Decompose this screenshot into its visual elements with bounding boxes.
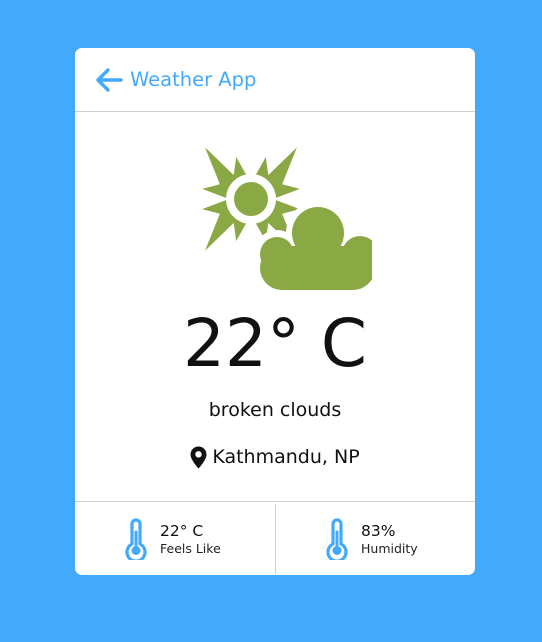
- footer-divider: [275, 504, 276, 574]
- weather-description: broken clouds: [208, 399, 342, 421]
- thermometer-icon: [326, 518, 348, 560]
- humidity-value: 83%: [361, 521, 396, 540]
- app-title: Weather App: [130, 68, 257, 91]
- arrow-left-icon: [96, 68, 123, 92]
- feels-like-label: Feels Like: [160, 540, 221, 556]
- location: Kathmandu, NP: [75, 444, 475, 470]
- sun-behind-cloud-icon: [202, 147, 372, 294]
- details-footer: 22° C Feels Like 83% Humidity: [75, 501, 475, 575]
- card-header: Weather App: [75, 48, 475, 112]
- location-text: Kathmandu, NP: [212, 446, 360, 468]
- feels-like-value: 22° C: [160, 521, 204, 540]
- temperature-value: 22° C: [182, 305, 368, 382]
- humidity-label: Humidity: [361, 540, 418, 556]
- map-pin-icon: [190, 446, 207, 468]
- feels-like-stat: 22° C Feels Like: [125, 502, 221, 575]
- back-button[interactable]: [95, 67, 123, 93]
- humidity-stat: 83% Humidity: [326, 502, 418, 575]
- thermometer-icon: [125, 518, 147, 560]
- weather-card: Weather App 22° C broken clouds Kathmand…: [75, 48, 475, 575]
